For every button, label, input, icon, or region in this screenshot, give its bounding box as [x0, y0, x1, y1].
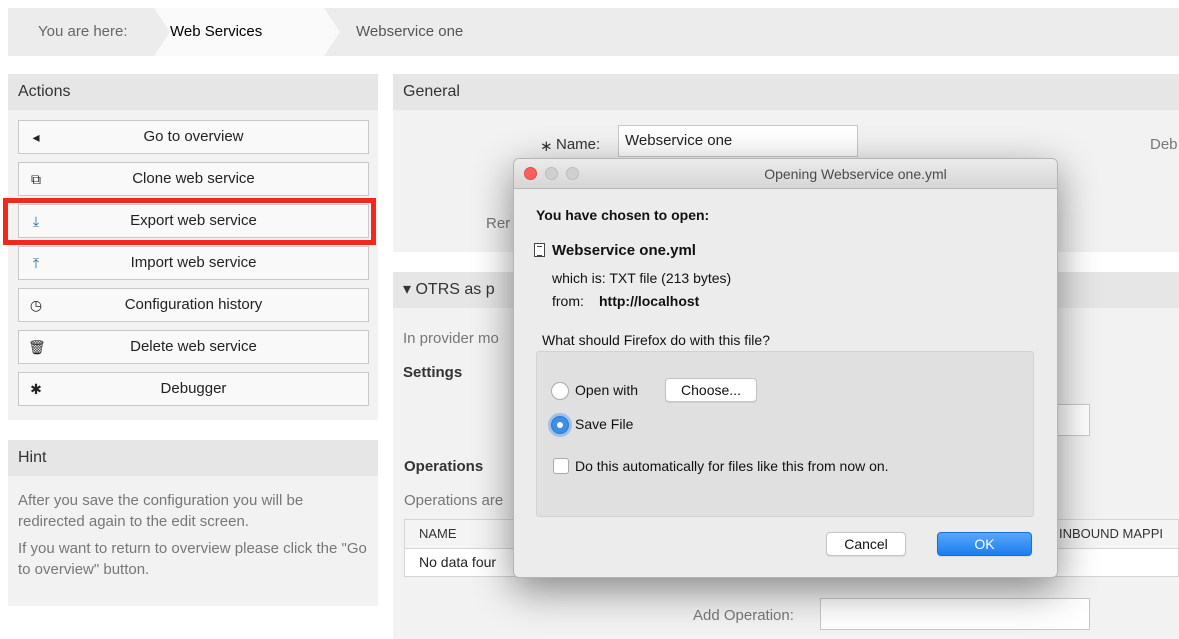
- file-icon: [534, 243, 545, 257]
- breadcrumb-you-are-here: You are here:: [38, 23, 128, 40]
- configuration-history-button[interactable]: ◷ Configuration history: [18, 288, 369, 322]
- add-operation-label: Add Operation:: [693, 607, 794, 624]
- name-input[interactable]: Webservice one: [618, 125, 858, 157]
- caret-left-icon: ◂: [32, 129, 40, 145]
- general-section-title: General: [393, 74, 1179, 110]
- breadcrumb: You are here: Web Services Webservice on…: [8, 8, 1179, 56]
- column-name: NAME: [419, 526, 457, 541]
- breadcrumb-separator: [154, 8, 170, 56]
- debugger-button[interactable]: ✱ Debugger: [18, 372, 369, 406]
- chosen-to-open-heading: You have chosen to open:: [536, 207, 710, 223]
- debug-label: Deb: [1150, 136, 1178, 153]
- name-label: Name:: [556, 136, 601, 153]
- history-icon: ◷: [29, 297, 43, 313]
- auto-action-label: Do this automatically for files like thi…: [575, 458, 889, 474]
- clone-icon: ⧉: [31, 171, 41, 187]
- clone-web-service-label: Clone web service: [132, 170, 255, 187]
- column-inbound-mapping: INBOUND MAPPI: [1059, 526, 1164, 541]
- dialog-title: Opening Webservice one.yml: [764, 166, 947, 182]
- name-required-marker: ∗: [540, 138, 553, 155]
- file-name: Webservice one.yml: [552, 242, 696, 259]
- breadcrumb-webservice-one: Webservice one: [356, 23, 464, 40]
- save-file-radio[interactable]: [551, 416, 569, 434]
- upload-icon: ⤒: [32, 255, 40, 271]
- file-action-panel: Open with Choose... Save File Do this au…: [536, 351, 1034, 517]
- choose-app-button[interactable]: Choose...: [665, 378, 757, 402]
- save-file-label: Save File: [575, 416, 634, 432]
- remote-label: Rer: [486, 215, 511, 232]
- bug-icon: ✱: [30, 381, 42, 397]
- hint-panel: Hint After you save the configuration yo…: [8, 440, 378, 606]
- go-to-overview-button[interactable]: ◂ Go to overview: [18, 120, 369, 154]
- hint-title: Hint: [8, 440, 378, 476]
- dialog-titlebar: Opening Webservice one.yml: [514, 159, 1057, 189]
- firefox-question: What should Firefox do with this file?: [542, 332, 770, 348]
- open-with-radio[interactable]: [551, 382, 569, 400]
- import-web-service-button[interactable]: ⤒ Import web service: [18, 246, 369, 280]
- open-with-label: Open with: [575, 382, 639, 398]
- hint-paragraph: After you save the configuration you wil…: [18, 492, 304, 530]
- configuration-history-label: Configuration history: [124, 296, 263, 313]
- operations-label: Operations: [404, 458, 484, 475]
- provider-mode-text: In provider mo: [403, 330, 499, 347]
- delete-web-service-label: Delete web service: [130, 338, 257, 355]
- file-type-info: which is: TXT file (213 bytes): [552, 270, 732, 286]
- import-web-service-label: Import web service: [130, 254, 257, 271]
- breadcrumb-web-services[interactable]: Web Services: [170, 8, 262, 56]
- clone-web-service-button[interactable]: ⧉ Clone web service: [18, 162, 369, 196]
- settings-label: Settings: [403, 364, 463, 381]
- add-operation-select[interactable]: [820, 598, 1090, 630]
- auto-action-checkbox[interactable]: [553, 458, 569, 474]
- trash-icon: 🗑: [28, 339, 46, 355]
- breadcrumb-separator: [324, 8, 340, 56]
- from-label: from:: [552, 293, 584, 309]
- download-dialog: Opening Webservice one.yml You have chos…: [513, 158, 1058, 578]
- export-highlight-box: [3, 198, 376, 245]
- actions-title: Actions: [8, 74, 378, 110]
- hint-paragraph: If you want to return to overview please…: [18, 540, 367, 578]
- no-data-text: No data four: [419, 554, 497, 570]
- cancel-button[interactable]: Cancel: [826, 532, 906, 556]
- from-url: http://localhost: [599, 293, 700, 309]
- go-to-overview-label: Go to overview: [143, 128, 244, 145]
- operations-description: Operations are: [404, 492, 504, 509]
- ok-button[interactable]: OK: [937, 532, 1032, 556]
- hint-text: After you save the configuration you wil…: [8, 476, 378, 580]
- actions-panel: Actions ◂ Go to overview ⧉ Clone web ser…: [8, 74, 378, 420]
- debugger-label: Debugger: [160, 380, 227, 397]
- delete-web-service-button[interactable]: 🗑 Delete web service: [18, 330, 369, 364]
